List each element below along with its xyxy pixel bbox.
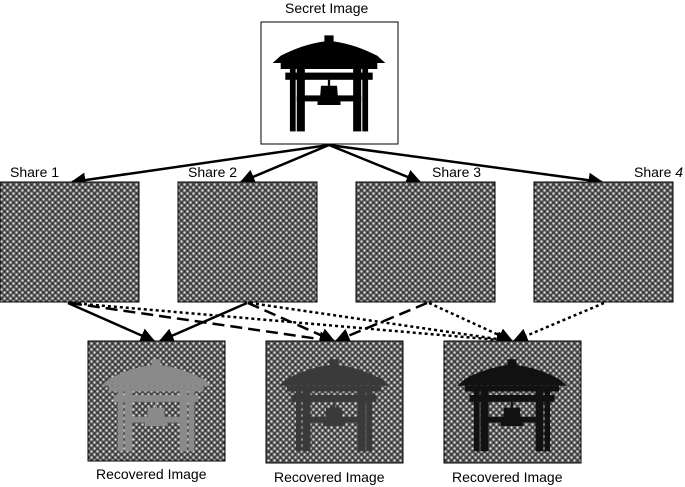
recovery-arrows [67,301,605,348]
diagram-svg [0,21,674,464]
distribution-arrows [70,143,604,188]
share-2-image [177,181,318,303]
recovered-image-1 [87,340,226,462]
share-1-label: Share 1 [10,164,60,180]
recovered-image-3-label: Recovered Image [452,469,563,485]
secret-image-label: Secret Image [285,0,369,16]
share-images [0,181,674,303]
recovered-image-2-label: Recovered Image [274,469,385,485]
diagram-canvas: Secret Image Share 1 Share 2 Share 3 Sha… [0,0,685,487]
recovered-image-2 [265,340,404,464]
recovered-image-3 [443,340,582,464]
share-1-image [0,181,140,303]
share-4-image [533,181,674,303]
recovered-images [87,340,582,464]
recovered-image-1-label: Recovered Image [96,466,207,482]
secret-image [260,21,399,145]
share-4-label: Share 4 [634,164,684,180]
share-2-label: Share 2 [188,164,238,180]
share-3-image [355,181,496,303]
share-3-label: Share 3 [432,164,482,180]
